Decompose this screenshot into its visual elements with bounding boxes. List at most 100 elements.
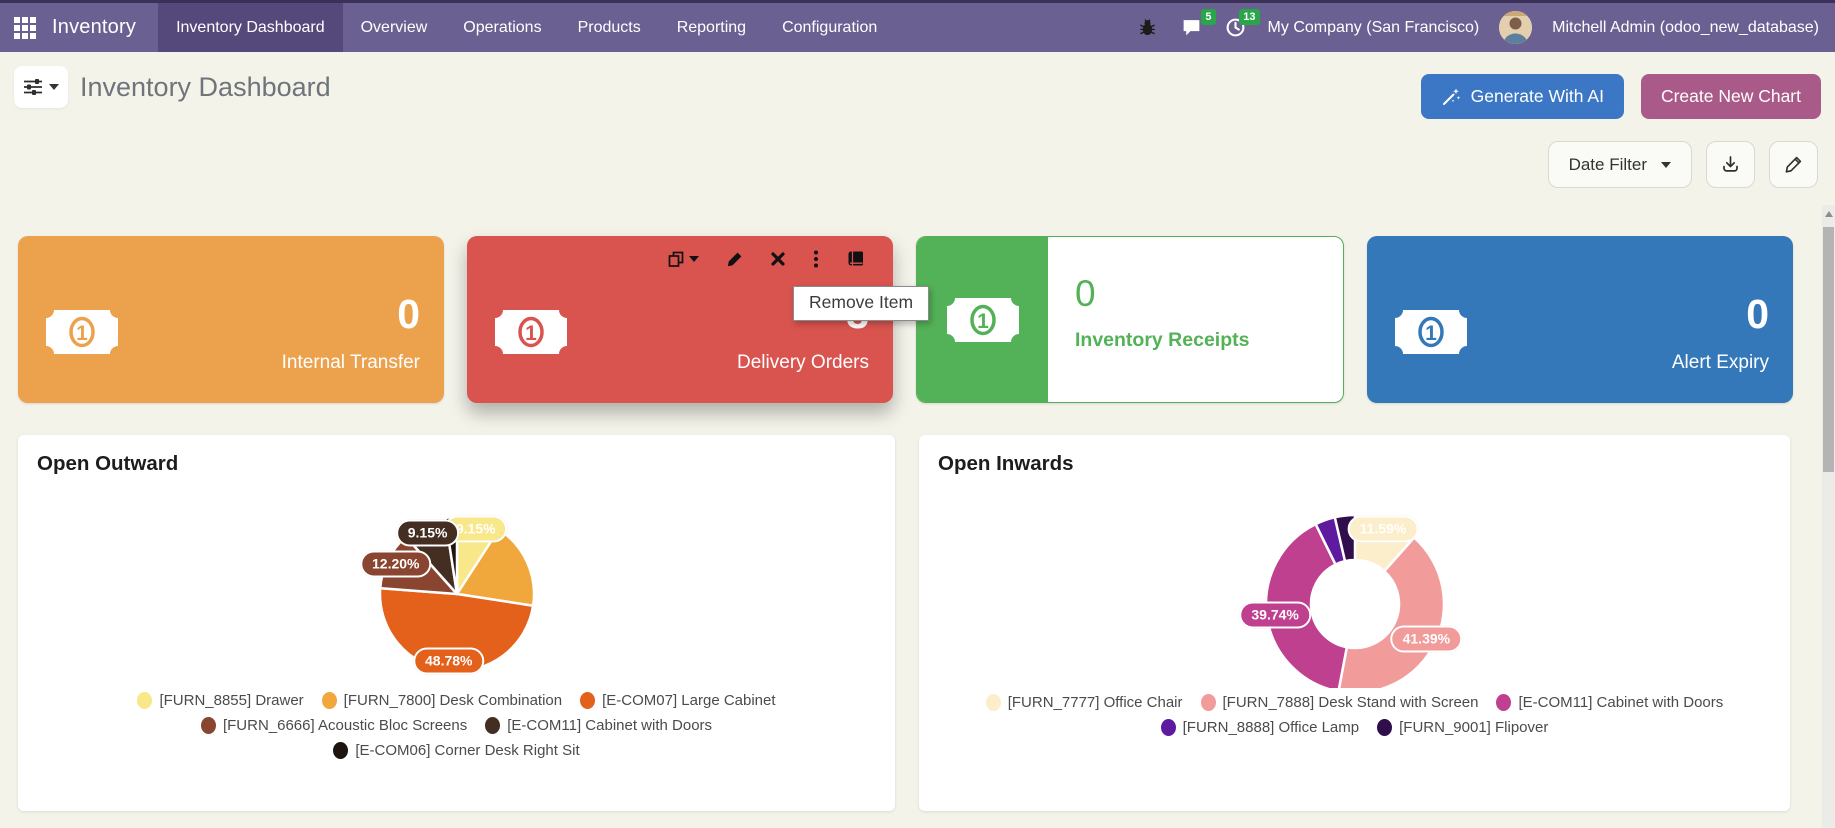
chevron-down-icon [49,84,59,90]
kebab-menu-icon [813,250,819,268]
legend-item[interactable]: [FURN_7888] Desk Stand with Screen [1201,694,1479,711]
nav-item-reporting[interactable]: Reporting [659,3,764,52]
kpi-value: 0 [1672,294,1769,335]
legend-item[interactable]: [E-COM06] Corner Desk Right Sit [333,742,579,759]
slice-percentage-label: 48.78% [413,648,484,675]
more-options-button[interactable] [813,250,819,268]
nav-item-configuration[interactable]: Configuration [764,3,895,52]
generate-with-ai-button[interactable]: Generate With AI [1421,74,1624,119]
nav-item-operations[interactable]: Operations [445,3,559,52]
svg-text:1: 1 [977,310,989,333]
navbar-menu: Inventory DashboardOverviewOperationsPro… [158,3,895,52]
book-icon [846,250,865,268]
legend-label: [FURN_8855] Drawer [159,692,303,709]
legend-label: [E-COM11] Cabinet with Doors [1518,694,1723,711]
apps-grid-icon[interactable] [14,17,36,39]
chart-legend: [FURN_7777] Office Chair [FURN_7888] Desk… [970,694,1740,736]
legend-color-dot [580,692,595,709]
date-filter-label: Date Filter [1569,155,1647,175]
navbar-systray: 5 13 My Company (San Francisco) Mitchell… [1136,3,1835,52]
scrollbar-thumb[interactable] [1823,227,1834,472]
company-switcher[interactable]: My Company (San Francisco) [1268,19,1480,37]
legend-color-dot [322,692,337,709]
legend-item[interactable]: [FURN_6666] Acoustic Bloc Screens [201,717,467,734]
debug-icon[interactable] [1136,16,1160,40]
legend-item[interactable]: [FURN_8855] Drawer [137,692,303,709]
activities-icon[interactable]: 13 [1224,16,1248,40]
tooltip-remove-item: Remove Item [793,286,929,321]
chart-title: Open Inwards [919,435,1790,476]
kpi-card-internal-transfer[interactable]: 1 0 Internal Transfer [18,236,444,403]
scroll-up-arrow-icon[interactable] [1825,211,1833,217]
legend-label: [FURN_7800] Desk Combination [344,692,562,709]
svg-text:1: 1 [1425,322,1437,345]
legend-label: [FURN_6666] Acoustic Bloc Screens [223,717,467,734]
page-title: Inventory Dashboard [80,72,331,103]
create-new-chart-button[interactable]: Create New Chart [1641,74,1821,119]
sliders-icon [23,78,43,96]
legend-item[interactable]: [E-COM11] Cabinet with Doors [485,717,712,734]
slice-percentage-label: 41.39% [1391,626,1462,653]
nav-item-inventory-dashboard[interactable]: Inventory Dashboard [158,3,343,52]
remove-item-button[interactable] [770,251,786,267]
legend-color-dot [485,717,500,734]
kpi-cards-row: 1 0 Internal Transfer [18,236,1793,403]
kpi-card-inventory-receipts[interactable]: 1 0 Inventory Receipts [916,236,1344,403]
kpi-value: 0 [1075,275,1249,312]
legend-color-dot [1377,719,1392,736]
legend-color-dot [1496,694,1511,711]
kpi-label: Alert Expiry [1672,352,1769,374]
edit-item-button[interactable] [726,251,743,268]
svg-text:1: 1 [525,322,537,345]
kpi-label: Inventory Receipts [1075,329,1249,352]
messages-badge: 5 [1201,9,1215,25]
legend-item[interactable]: [E-COM11] Cabinet with Doors [1496,694,1723,711]
activities-badge: 13 [1239,9,1259,25]
duplicate-item-button[interactable] [667,250,699,268]
kpi-icon-panel: 1 [917,237,1048,402]
download-button[interactable] [1706,141,1755,188]
money-bill-icon: 1 [495,310,567,354]
generate-with-ai-label: Generate With AI [1471,86,1604,107]
legend-color-dot [201,717,216,734]
journal-button[interactable] [846,250,865,268]
close-icon [770,251,786,267]
legend-item[interactable]: [FURN_8888] Office Lamp [1161,719,1359,736]
messages-icon[interactable]: 5 [1180,16,1204,40]
pie-chart-open-outward: 9.15%48.78%12.20%9.15% [77,476,837,686]
nav-item-products[interactable]: Products [560,3,659,52]
money-bill-icon: 1 [1395,310,1467,354]
navbar-brand: Inventory [0,3,158,52]
nav-item-overview[interactable]: Overview [343,3,446,52]
legend-item[interactable]: [FURN_7800] Desk Combination [322,692,562,709]
kpi-label: Internal Transfer [282,352,420,374]
user-avatar[interactable] [1499,11,1532,44]
edit-layout-button[interactable] [1769,141,1818,188]
dashboard-options-button[interactable] [14,66,68,108]
svg-text:1: 1 [76,322,88,345]
app-name[interactable]: Inventory [52,16,136,39]
vertical-scrollbar[interactable] [1822,205,1835,828]
legend-color-dot [1201,694,1216,711]
kpi-card-alert-expiry[interactable]: 1 0 Alert Expiry [1367,236,1793,403]
legend-label: [FURN_8888] Office Lamp [1183,719,1359,736]
legend-color-dot [333,742,348,759]
legend-item[interactable]: [FURN_7777] Office Chair [986,694,1183,711]
legend-color-dot [1161,719,1176,736]
chart-legend: [FURN_8855] Drawer [FURN_7800] Desk Combi… [112,692,802,759]
legend-item[interactable]: [E-COM07] Large Cabinet [580,692,775,709]
date-filter-dropdown[interactable]: Date Filter [1548,141,1692,188]
user-menu[interactable]: Mitchell Admin (odoo_new_database) [1552,19,1819,37]
slice-percentage-label: 12.20% [360,550,431,577]
kpi-value: 0 [282,294,420,335]
download-icon [1720,154,1741,175]
chart-panels-row: Open Outward 9.15%48.78%12.20%9.15% [FUR… [18,435,1790,811]
pencil-icon [726,251,743,268]
legend-item[interactable]: [FURN_9001] Flipover [1377,719,1548,736]
legend-label: [FURN_9001] Flipover [1399,719,1548,736]
legend-label: [E-COM07] Large Cabinet [602,692,775,709]
copy-icon [667,250,685,268]
chart-panel-open-inwards: Open Inwards 11.59%41.39%39.74% [FURN_77… [919,435,1790,811]
slice-percentage-label: 39.74% [1239,601,1310,628]
kpi-card-delivery-orders[interactable]: Remove Item 1 3 Delivery Orders [467,236,893,403]
